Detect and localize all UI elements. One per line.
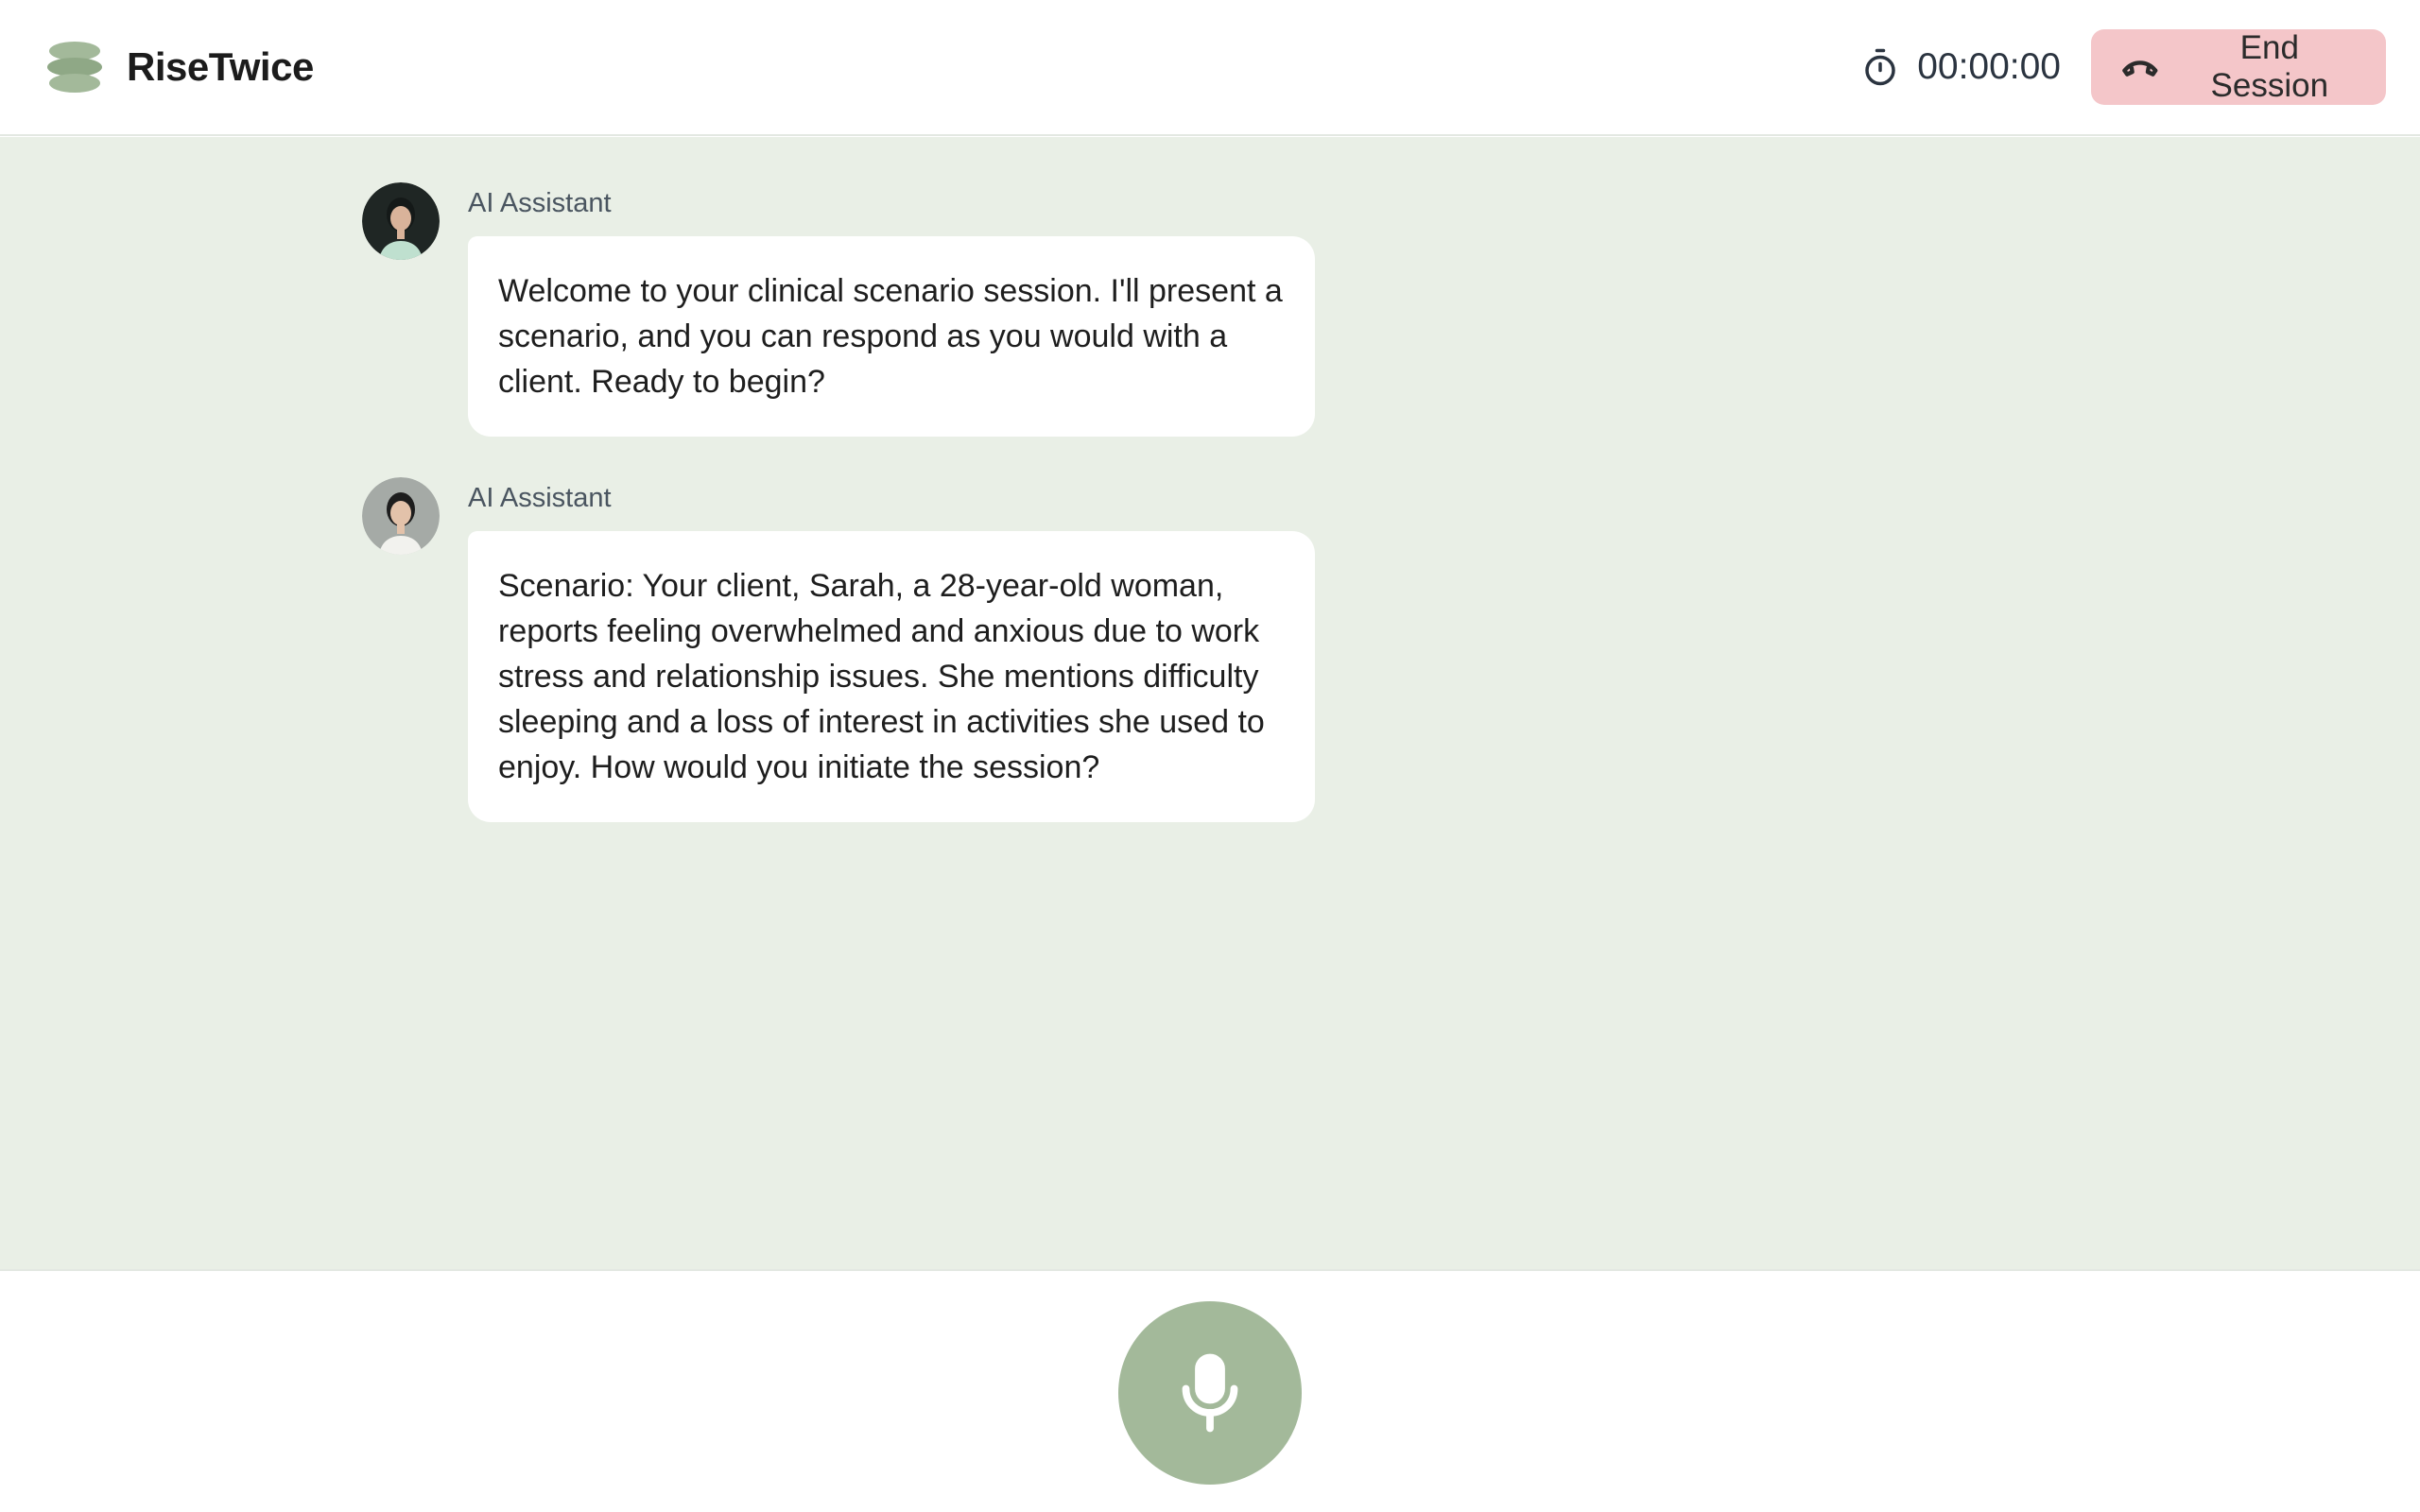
message-body: AI Assistant Scenario: Your client, Sara…: [468, 477, 1315, 822]
top-bar: RiseTwice 00:00:00 End Session: [0, 0, 2420, 136]
session-timer: 00:00:00: [1860, 46, 2061, 88]
end-session-label: End Session: [2210, 29, 2329, 104]
phone-hangup-icon: [2122, 60, 2158, 77]
chat-area[interactable]: AI Assistant Welcome to your clinical sc…: [0, 137, 2420, 1269]
message-body: AI Assistant Welcome to your clinical sc…: [468, 182, 1315, 437]
microphone-button[interactable]: [1118, 1301, 1302, 1485]
assistant-avatar: [362, 182, 440, 260]
assistant-avatar-icon: [362, 182, 440, 260]
end-session-button[interactable]: End Session: [2091, 29, 2386, 105]
chat-message: AI Assistant Welcome to your clinical sc…: [362, 182, 1315, 437]
brand: RiseTwice: [47, 40, 314, 94]
microphone-icon: [1182, 1353, 1238, 1433]
header-actions: 00:00:00 End Session: [1860, 29, 2386, 105]
brand-name: RiseTwice: [127, 44, 314, 89]
timer-text: 00:00:00: [1917, 46, 2061, 87]
assistant-avatar: [362, 477, 440, 555]
message-bubble: Welcome to your clinical scenario sessio…: [468, 236, 1315, 437]
assistant-avatar-icon: [362, 477, 440, 555]
sender-name: AI Assistant: [468, 188, 612, 218]
stopwatch-icon: [1865, 48, 1895, 86]
message-bubble: Scenario: Your client, Sarah, a 28-year-…: [468, 531, 1315, 822]
sender-name: AI Assistant: [468, 483, 612, 513]
voice-input-bar: [0, 1269, 2420, 1512]
chat-message: AI Assistant Scenario: Your client, Sara…: [362, 477, 1315, 822]
logo-icon: [47, 42, 102, 93]
